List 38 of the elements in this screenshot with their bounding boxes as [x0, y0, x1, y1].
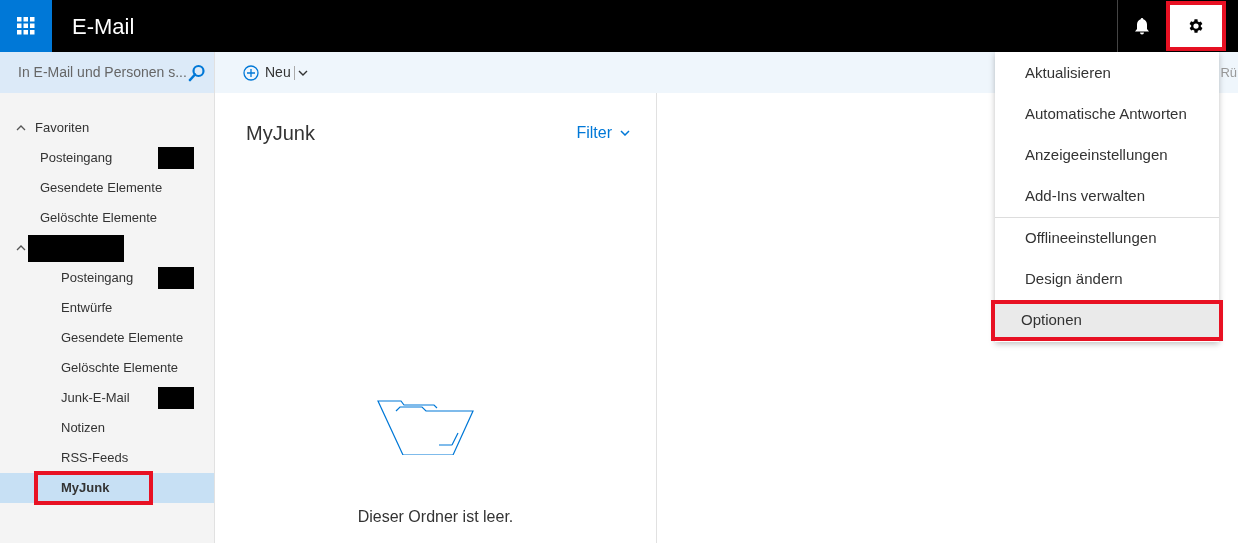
settings-icon: [1187, 17, 1205, 35]
folder-item[interactable]: RSS-Feeds: [34, 448, 129, 468]
menu-item[interactable]: Automatische Antworten: [995, 94, 1219, 135]
folder-item[interactable]: Gesendete Elemente: [40, 178, 163, 198]
folder-item[interactable]: Gelöschte Elemente: [40, 208, 158, 228]
chevron-up-icon[interactable]: [16, 125, 26, 131]
menu-item[interactable]: Add-Ins verwalten: [995, 176, 1219, 217]
empty-message: Dieser Ordner ist leer.: [357, 507, 514, 527]
search-field[interactable]: In E-Mail und Personen s...: [18, 62, 188, 83]
menu-item[interactable]: Aktualisieren: [995, 53, 1219, 94]
folder-item[interactable]: Posteingang: [40, 148, 113, 168]
folder-item[interactable]: Posteingang: [34, 268, 134, 288]
plus-circle-icon: [243, 64, 259, 81]
folder-item[interactable]: Gelöschte Elemente: [34, 358, 179, 378]
menu-item[interactable]: Offlineeinstellungen: [995, 218, 1219, 259]
app-title: E-Mail: [72, 12, 135, 41]
chevron-down-icon: [620, 130, 630, 136]
search-icon: [188, 63, 206, 82]
folder-item[interactable]: MyJunk: [34, 471, 154, 505]
chevron-up-icon[interactable]: [16, 245, 26, 251]
menu-item[interactable]: Optionen: [991, 300, 1223, 341]
folder-group-label[interactable]: Favoriten: [35, 118, 90, 138]
folder-item[interactable]: Junk-E-Mail: [34, 388, 130, 408]
chevron-down-icon[interactable]: [297, 69, 308, 76]
folder-title: MyJunk: [246, 121, 315, 146]
filter-button[interactable]: Filter: [576, 121, 630, 145]
search-box[interactable]: In E-Mail und Personen s...: [0, 52, 214, 93]
menu-item[interactable]: Design ändern: [995, 259, 1219, 300]
folder-item[interactable]: Notizen: [34, 418, 106, 438]
settings-button[interactable]: [1166, 1, 1226, 51]
folder-item[interactable]: Entwürfe: [34, 298, 113, 318]
menu-item[interactable]: Anzeigeeinstellungen: [995, 135, 1219, 176]
app-launcher-button[interactable]: [0, 0, 52, 52]
new-button[interactable]: Neu: [243, 62, 291, 83]
bell-icon: [1134, 17, 1150, 35]
folder-item[interactable]: Gesendete Elemente: [34, 328, 184, 348]
toolbar-text: Rü: [1220, 63, 1237, 82]
grid-icon: [17, 17, 35, 35]
